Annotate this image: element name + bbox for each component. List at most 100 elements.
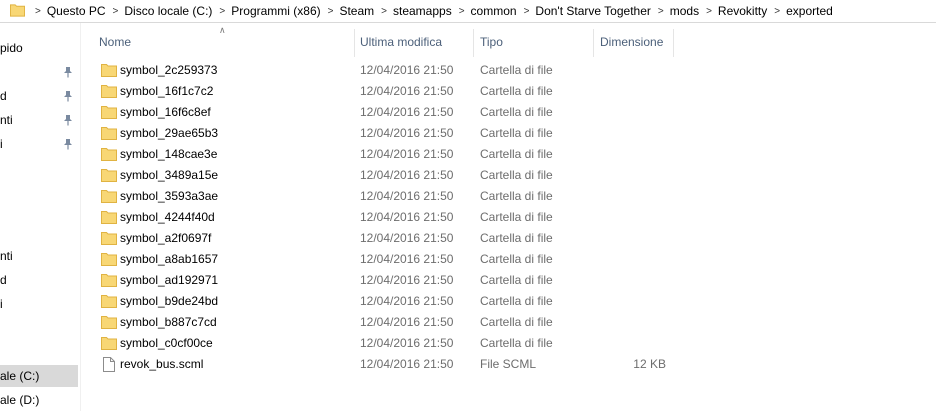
file-row[interactable]: symbol_b9de24bd 12/04/2016 21:50 Cartella …	[81, 291, 936, 312]
file-row[interactable]: symbol_b887c7cd 12/04/2016 21:50 Cartella …	[81, 312, 936, 333]
breadcrumb-item[interactable]: exported	[786, 4, 833, 18]
file-type: Cartella di file	[480, 168, 553, 182]
file-modified: 12/04/2016 21:50	[360, 336, 454, 350]
file-modified: 12/04/2016 21:50	[360, 105, 454, 119]
breadcrumb-item[interactable]: Don't Starve Together	[535, 4, 650, 18]
file-row[interactable]: symbol_ad192971 12/04/2016 21:50 Cartella …	[81, 270, 936, 291]
file-modified: 12/04/2016 21:50	[360, 252, 454, 266]
file-type: Cartella di file	[480, 336, 553, 350]
nav-item[interactable]: ale (D:)	[0, 389, 78, 411]
file-name: symbol_b887c7cd	[120, 315, 217, 329]
file-row[interactable]: symbol_29ae65b3 12/04/2016 21:50 Cartella …	[81, 123, 936, 144]
nav-item[interactable]: i	[0, 133, 78, 155]
file-row[interactable]: symbol_a8ab1657 12/04/2016 21:50 Cartella …	[81, 249, 936, 270]
file-row[interactable]: symbol_16f6c8ef 12/04/2016 21:50 Cartella …	[81, 102, 936, 123]
pin-icon[interactable]	[63, 90, 73, 102]
file-type: Cartella di file	[480, 63, 553, 77]
file-row[interactable]: revok_bus.scml 12/04/2016 21:50 File SCML 1…	[81, 354, 936, 375]
file-row[interactable]: symbol_a2f0697f 12/04/2016 21:50 Cartella …	[81, 228, 936, 249]
column-divider[interactable]	[593, 29, 594, 57]
file-name: symbol_a8ab1657	[120, 252, 219, 266]
nav-item-label: d	[0, 273, 7, 287]
file-type: Cartella di file	[480, 210, 553, 224]
column-divider[interactable]	[673, 29, 674, 57]
nav-item[interactable]: i	[0, 293, 78, 315]
file-row[interactable]: symbol_c0cf00ce 12/04/2016 21:50 Cartella …	[81, 333, 936, 354]
breadcrumb-item[interactable]: Steam	[339, 4, 374, 18]
nav-item[interactable]: d	[0, 85, 78, 107]
chevron-right-icon[interactable]: >	[212, 6, 231, 17]
chevron-right-icon[interactable]: >	[699, 6, 718, 17]
file-type: Cartella di file	[480, 252, 553, 266]
column-headers: ∧ Nome Ultima modifica Tipo Dimensione	[81, 23, 936, 61]
pin-icon[interactable]	[63, 66, 73, 78]
column-header-type[interactable]: Tipo	[480, 31, 590, 57]
file-type: Cartella di file	[480, 189, 553, 203]
nav-item[interactable]: ale (C:)	[0, 365, 78, 387]
nav-item-label: nti	[0, 113, 13, 127]
file-name: symbol_b9de24bd	[120, 294, 219, 308]
file-type: Cartella di file	[480, 315, 553, 329]
nav-item-label: i	[0, 137, 3, 151]
file-modified: 12/04/2016 21:50	[360, 357, 454, 371]
folder-icon	[101, 274, 117, 287]
file-name: symbol_ad192971	[120, 273, 219, 287]
chevron-right-icon[interactable]: >	[651, 6, 670, 17]
breadcrumb-item[interactable]: common	[471, 4, 517, 18]
breadcrumb-item[interactable]: Disco locale (C:)	[124, 4, 212, 18]
chevron-right-icon[interactable]: >	[767, 6, 786, 17]
breadcrumb: > Questo PC > Disco locale (C:) > Programmi (…	[28, 0, 833, 22]
pin-icon[interactable]	[63, 114, 73, 126]
file-name: symbol_148cae3e	[120, 147, 218, 161]
nav-item[interactable]: d	[0, 269, 78, 291]
chevron-right-icon[interactable]: >	[517, 6, 536, 17]
folder-icon	[10, 4, 25, 17]
file-row[interactable]: symbol_3489a15e 12/04/2016 21:50 Cartella …	[81, 165, 936, 186]
file-name: symbol_a2f0697f	[120, 231, 212, 245]
file-row[interactable]: symbol_4244f40d 12/04/2016 21:50 Cartella …	[81, 207, 936, 228]
pin-icon[interactable]	[63, 138, 73, 150]
nav-item[interactable]	[0, 61, 78, 83]
folder-icon	[101, 85, 117, 98]
file-row[interactable]: symbol_16f1c7c2 12/04/2016 21:50 Cartella …	[81, 81, 936, 102]
breadcrumb-item[interactable]: Questo PC	[47, 4, 106, 18]
file-type: Cartella di file	[480, 294, 553, 308]
nav-item[interactable]: nti	[0, 245, 78, 267]
nav-item[interactable]: pido	[0, 37, 78, 59]
file-modified: 12/04/2016 21:50	[360, 147, 454, 161]
breadcrumb-item[interactable]: Revokitty	[718, 4, 767, 18]
breadcrumb-item[interactable]: steamapps	[393, 4, 452, 18]
chevron-right-icon[interactable]: >	[28, 6, 47, 17]
file-type: Cartella di file	[480, 231, 553, 245]
column-header-name[interactable]: Nome	[99, 31, 354, 57]
file-name: symbol_16f6c8ef	[120, 105, 211, 119]
chevron-right-icon[interactable]: >	[452, 6, 471, 17]
nav-item[interactable]: nti	[0, 109, 78, 131]
file-modified: 12/04/2016 21:50	[360, 210, 454, 224]
file-modified: 12/04/2016 21:50	[360, 168, 454, 182]
file-type: Cartella di file	[480, 105, 553, 119]
column-header-modified[interactable]: Ultima modifica	[360, 31, 472, 57]
chevron-right-icon[interactable]: >	[321, 6, 340, 17]
address-bar[interactable]: > Questo PC > Disco locale (C:) > Programmi (…	[0, 0, 936, 23]
file-row[interactable]: symbol_148cae3e 12/04/2016 21:50 Cartella …	[81, 144, 936, 165]
file-name: symbol_29ae65b3	[120, 126, 219, 140]
folder-icon	[101, 127, 117, 140]
chevron-right-icon[interactable]: >	[374, 6, 393, 17]
breadcrumb-item[interactable]: Programmi (x86)	[231, 4, 320, 18]
file-name: symbol_4244f40d	[120, 210, 215, 224]
nav-item-label: ale (D:)	[0, 393, 40, 407]
folder-icon	[101, 295, 117, 308]
file-row[interactable]: symbol_3593a3ae 12/04/2016 21:50 Cartella …	[81, 186, 936, 207]
breadcrumb-item[interactable]: mods	[670, 4, 699, 18]
file-type: Cartella di file	[480, 126, 553, 140]
nav-item-label: pido	[0, 41, 23, 55]
column-header-size[interactable]: Dimensione	[600, 31, 672, 57]
column-divider[interactable]	[473, 29, 474, 57]
file-row[interactable]: symbol_2c259373 12/04/2016 21:50 Cartella …	[81, 60, 936, 81]
column-divider[interactable]	[354, 29, 355, 57]
navigation-pane: pido d nti i nti d i ale (C:) ale (D:)	[0, 23, 81, 411]
folder-icon	[101, 232, 117, 245]
chevron-right-icon[interactable]: >	[106, 6, 125, 17]
file-name: symbol_16f1c7c2	[120, 84, 214, 98]
